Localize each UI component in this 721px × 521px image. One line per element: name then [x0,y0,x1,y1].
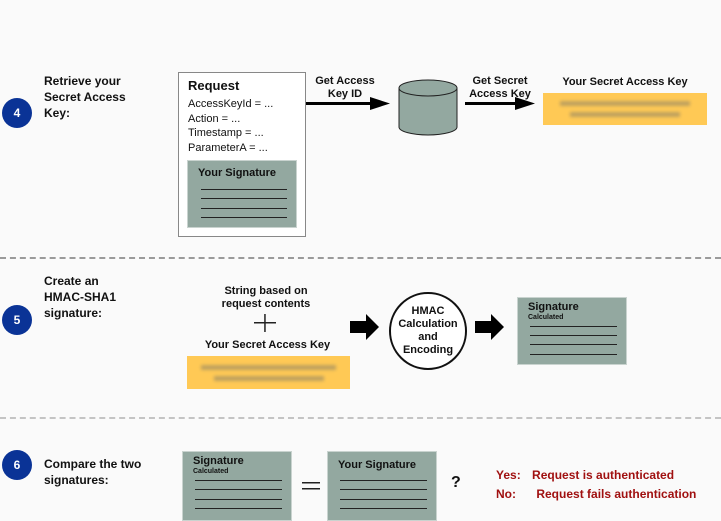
signature-line [201,189,287,190]
secret-key-title-step5: Your Secret Access Key [204,339,331,351]
step-5-label-line: Create an [44,274,99,288]
result-yes-key: Yes: [496,468,521,482]
request-field: AccessKeyId = ... [188,98,274,110]
result-no: No: Request fails authentication [496,487,696,501]
calculated-signature-card-compare: Signature Calculated [182,451,292,521]
hmac-circle: HMAC Calculation and Encoding [389,292,467,370]
string-based-label: String based on request contents [196,285,336,311]
blurred-key-line [560,101,690,106]
step-6-label: Compare the two signatures: [44,456,141,488]
request-fields: AccessKeyId = ... Action = ... Timestamp… [188,97,273,155]
request-field: ParameterA = ... [188,141,268,154]
request-field: Action = ... [188,112,241,125]
database-cylinder-icon [398,79,458,136]
signature-line [195,499,282,500]
question-mark: ? [451,474,461,491]
request-box: Request AccessKeyId = ... Action = ... T… [178,72,306,237]
step-5-label-line: HMAC-SHA1 [44,290,116,304]
signature-line [201,217,287,218]
secret-key-box [543,93,707,125]
your-signature-card-compare: Your Signature [327,451,437,521]
step-5-badge: 5 [2,305,32,335]
calculated-signature-card: Signature Calculated [517,297,627,365]
hmac-line: Encoding [402,344,454,356]
arrow-label-line: Get Access [315,75,375,87]
step-6-label-line: Compare the two [44,457,142,471]
your-signature-title: Your Signature [198,167,277,179]
block-arrow-icon [350,314,379,340]
signature-line [530,344,617,345]
result-yes: Yes: Request is authenticated [496,468,674,482]
secret-key-box-step5 [187,356,350,389]
request-field: Timestamp = ... [188,127,264,139]
signature-title: Signature [193,455,244,467]
signature-line [530,326,617,327]
result-no-key: No: [496,487,516,501]
signature-line [195,480,282,481]
arrow-right-icon [465,97,535,110]
hmac-line: HMAC [411,305,445,317]
blurred-key-line [213,375,324,381]
equals-icon [302,482,320,490]
hmac-line: Calculation [398,318,458,330]
blurred-key-line [201,364,336,370]
your-signature-card: Your Signature [187,160,297,228]
plus-icon [254,314,276,332]
blurred-key-line [570,112,680,117]
string-label-line: String based on [224,285,308,297]
signature-subtitle: Calculated [193,468,229,475]
secret-key-title: Your Secret Access Key [562,76,688,88]
step-5-label: Create an HMAC-SHA1 signature: [44,273,116,321]
hmac-line: and [418,331,438,343]
signature-line [530,354,617,355]
step-4-badge: 4 [2,98,32,128]
signature-line [530,335,617,336]
your-signature-title: Your Signature [338,459,417,471]
step-4-label-line: Key: [44,106,71,120]
block-arrow-icon [475,314,504,340]
section-divider [0,257,721,259]
step-6-label-line: signatures: [44,473,109,487]
signature-line [201,208,287,209]
signature-line [340,489,427,490]
result-yes-text: Request is authenticated [532,468,675,482]
arrow-label-line: Get Secret [472,75,528,87]
string-label-line: request contents [221,298,311,310]
signature-subtitle: Calculated [528,314,564,321]
signature-line [340,508,427,509]
step-5-label-line: signature: [44,306,103,320]
signature-line [340,499,427,500]
signature-line [201,198,287,199]
step-4-label-line: Retrieve your [44,74,121,88]
signature-title: Signature [528,301,579,313]
step-4-label-line: Secret Access [44,90,126,104]
signature-line [195,489,282,490]
request-title: Request [188,78,240,93]
section-divider [0,417,721,419]
step-4-label: Retrieve your Secret Access Key: [44,73,126,121]
signature-line [340,480,427,481]
signature-line [195,508,282,509]
arrow-right-icon [306,97,390,110]
step-6-badge: 6 [2,450,32,480]
result-no-text: Request fails authentication [536,487,697,501]
